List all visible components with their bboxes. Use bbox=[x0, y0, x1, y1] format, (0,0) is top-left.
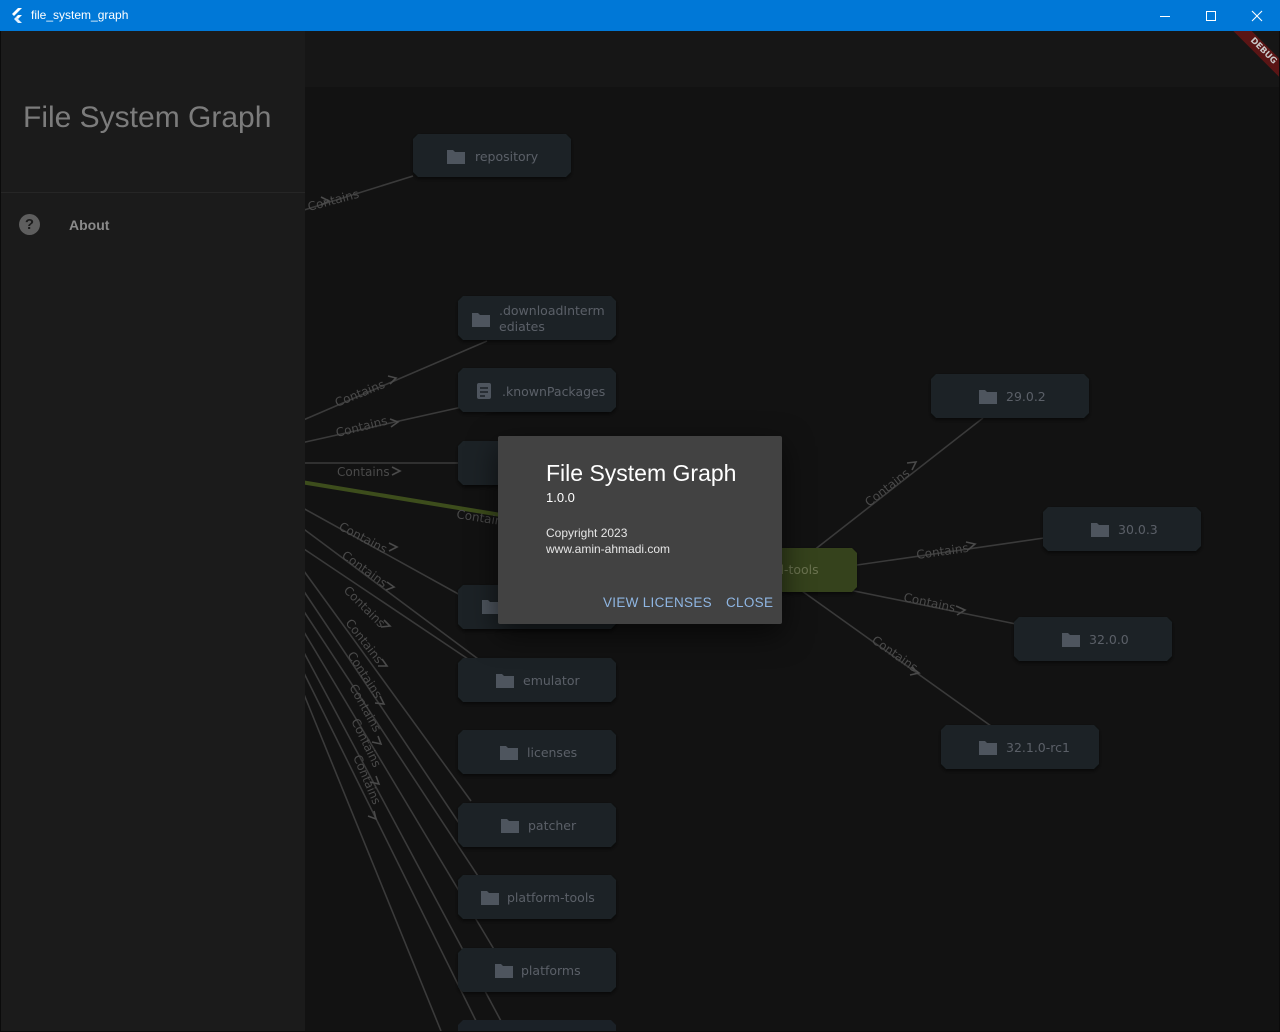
node-29-0-2[interactable]: 29.0.2 bbox=[931, 374, 1089, 418]
dialog-title: File System Graph bbox=[546, 460, 737, 486]
svg-text:29.0.2: 29.0.2 bbox=[1006, 389, 1046, 404]
minimize-icon bbox=[1160, 15, 1170, 17]
help-circle-icon: ? bbox=[19, 214, 40, 235]
flutter-logo-icon bbox=[12, 8, 22, 23]
node-emulator[interactable]: emulator bbox=[458, 658, 616, 702]
minimize-button[interactable] bbox=[1142, 0, 1188, 31]
drawer-item-label: About bbox=[69, 217, 110, 233]
edge-label: Contains bbox=[915, 541, 969, 562]
app-client-area: Contains Contains Contains Contains Cont… bbox=[1, 31, 1279, 1031]
maximize-icon bbox=[1206, 10, 1216, 21]
node-32-1-0-rc1[interactable]: 32.1.0-rc1 bbox=[941, 725, 1099, 769]
navigation-drawer: File System Graph ? About bbox=[1, 31, 305, 1031]
folder-icon bbox=[496, 674, 514, 688]
maximize-button[interactable] bbox=[1188, 0, 1234, 31]
svg-text:repository: repository bbox=[475, 149, 539, 164]
view-licenses-button[interactable]: VIEW LICENSES bbox=[603, 595, 712, 610]
dialog-website: www.amin-ahmadi.com bbox=[546, 542, 671, 556]
svg-text:32.0.0: 32.0.0 bbox=[1089, 632, 1129, 647]
folder-icon bbox=[500, 746, 518, 760]
node-repository[interactable]: repository bbox=[413, 134, 571, 177]
edge-label: Contains bbox=[862, 466, 912, 509]
window-title: file_system_graph bbox=[31, 8, 129, 22]
drawer-item-about[interactable]: ? About bbox=[1, 207, 305, 243]
window-titlebar: file_system_graph bbox=[0, 0, 1280, 31]
edge-label: Contains bbox=[333, 377, 387, 410]
svg-text:30.0.3: 30.0.3 bbox=[1118, 522, 1158, 537]
svg-text:platform-tools: platform-tools bbox=[507, 890, 595, 905]
folder-icon bbox=[481, 891, 499, 905]
node-32-0-0[interactable]: 32.0.0 bbox=[1014, 617, 1172, 661]
folder-icon bbox=[979, 741, 997, 755]
folder-icon bbox=[495, 964, 513, 978]
svg-text:platforms: platforms bbox=[521, 963, 581, 978]
edge-label: Contains bbox=[334, 414, 388, 440]
folder-icon bbox=[447, 150, 465, 164]
svg-text:.downloadInterm: .downloadInterm bbox=[499, 303, 605, 318]
svg-text:ediates: ediates bbox=[499, 319, 545, 334]
folder-icon bbox=[979, 390, 997, 404]
close-dialog-button[interactable]: CLOSE bbox=[726, 595, 773, 610]
folder-icon bbox=[1091, 523, 1109, 537]
close-window-button[interactable] bbox=[1234, 0, 1280, 31]
svg-text:licenses: licenses bbox=[527, 745, 577, 760]
edge-label: Contains bbox=[306, 187, 360, 214]
node-patcher[interactable]: patcher bbox=[458, 803, 616, 847]
dialog-copyright: Copyright 2023 bbox=[546, 526, 628, 540]
svg-text:d-tools: d-tools bbox=[776, 562, 819, 577]
svg-text:.knownPackages: .knownPackages bbox=[502, 384, 605, 399]
folder-icon bbox=[501, 819, 519, 833]
folder-icon bbox=[1062, 633, 1080, 647]
folder-icon bbox=[472, 313, 490, 327]
node-30-0-3[interactable]: 30.0.3 bbox=[1043, 507, 1201, 551]
node-licenses[interactable]: licenses bbox=[458, 730, 616, 774]
svg-text:patcher: patcher bbox=[528, 818, 577, 833]
edge-label: Contains bbox=[337, 465, 390, 479]
node-partial[interactable] bbox=[458, 1020, 616, 1031]
debug-banner-label: DEBUG bbox=[1230, 31, 1279, 85]
dialog-version: 1.0.0 bbox=[546, 490, 575, 505]
svg-text:emulator: emulator bbox=[523, 673, 580, 688]
node-knownpackages[interactable]: .knownPackages bbox=[458, 368, 616, 412]
edge-label: Contains bbox=[902, 590, 956, 615]
node-platforms[interactable]: platforms bbox=[458, 948, 616, 992]
node-platform-tools[interactable]: platform-tools bbox=[458, 875, 616, 919]
debug-banner: DEBUG bbox=[1219, 31, 1279, 91]
about-dialog: File System Graph 1.0.0 Copyright 2023 w… bbox=[498, 436, 782, 624]
node-downloadintermediates[interactable]: .downloadInterm ediates bbox=[458, 296, 616, 340]
drawer-title: File System Graph bbox=[23, 101, 272, 134]
drawer-header: File System Graph bbox=[1, 31, 305, 193]
close-icon bbox=[1251, 10, 1263, 21]
svg-text:32.1.0-rc1: 32.1.0-rc1 bbox=[1006, 740, 1070, 755]
